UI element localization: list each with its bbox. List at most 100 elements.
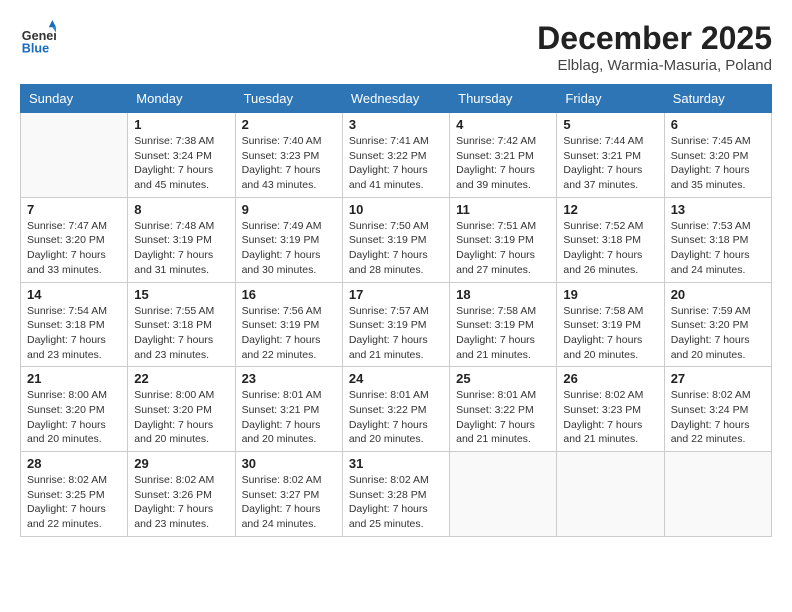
calendar-cell: 2 Sunrise: 7:40 AMSunset: 3:23 PMDaylight…	[235, 113, 342, 198]
day-info: Sunrise: 7:56 AMSunset: 3:19 PMDaylight:…	[242, 304, 336, 363]
weekday-header-tuesday: Tuesday	[235, 85, 342, 113]
day-number: 13	[671, 202, 765, 217]
calendar-cell: 11 Sunrise: 7:51 AMSunset: 3:19 PMDayligh…	[450, 197, 557, 282]
location: Elblag, Warmia-Masuria, Poland	[537, 57, 772, 74]
title-block: December 2025 Elblag, Warmia-Masuria, Po…	[537, 20, 772, 74]
day-info: Sunrise: 8:02 AMSunset: 3:27 PMDaylight:…	[242, 473, 336, 532]
day-info: Sunrise: 7:58 AMSunset: 3:19 PMDaylight:…	[563, 304, 657, 363]
logo-icon: General Blue	[20, 20, 56, 56]
day-info: Sunrise: 7:45 AMSunset: 3:20 PMDaylight:…	[671, 134, 765, 193]
weekday-header-friday: Friday	[557, 85, 664, 113]
calendar-cell: 9Sunrise: 7:49 AMSunset: 3:19 PMDaylight…	[235, 197, 342, 282]
day-number: 2	[242, 117, 336, 132]
calendar-cell	[21, 113, 128, 198]
day-info: Sunrise: 7:54 AMSunset: 3:18 PMDaylight:…	[27, 304, 121, 363]
day-info: Sunrise: 7:57 AMSunset: 3:19 PMDaylight:…	[349, 304, 443, 363]
day-info: Sunrise: 7:42 AMSunset: 3:21 PMDaylight:…	[456, 134, 550, 193]
calendar-cell: 26 Sunrise: 8:02 AMSunset: 3:23 PMDayligh…	[557, 367, 664, 452]
calendar-cell: 31Sunrise: 8:02 AMSunset: 3:28 PMDayligh…	[342, 452, 449, 537]
day-number: 25	[456, 371, 550, 386]
weekday-header-thursday: Thursday	[450, 85, 557, 113]
day-info: Sunrise: 7:50 AMSunset: 3:19 PMDaylight:…	[349, 219, 443, 278]
header: General Blue December 2025 Elblag, Warmi…	[20, 20, 772, 74]
calendar-cell: 3 Sunrise: 7:41 AMSunset: 3:22 PMDaylight…	[342, 113, 449, 198]
day-number: 24	[349, 371, 443, 386]
day-info: Sunrise: 7:55 AMSunset: 3:18 PMDaylight:…	[134, 304, 228, 363]
calendar-cell: 18 Sunrise: 7:58 AMSunset: 3:19 PMDayligh…	[450, 282, 557, 367]
calendar-cell: 1 Sunrise: 7:38 AMSunset: 3:24 PMDaylight…	[128, 113, 235, 198]
day-number: 5	[563, 117, 657, 132]
calendar-table: SundayMondayTuesdayWednesdayThursdayFrid…	[20, 84, 772, 537]
calendar-cell: 21Sunrise: 8:00 AMSunset: 3:20 PMDayligh…	[21, 367, 128, 452]
weekday-header-row: SundayMondayTuesdayWednesdayThursdayFrid…	[21, 85, 772, 113]
calendar-cell: 15 Sunrise: 7:55 AMSunset: 3:18 PMDayligh…	[128, 282, 235, 367]
day-info: Sunrise: 8:01 AMSunset: 3:21 PMDaylight:…	[242, 388, 336, 447]
day-number: 23	[242, 371, 336, 386]
calendar-cell	[450, 452, 557, 537]
calendar-cell: 10 Sunrise: 7:50 AMSunset: 3:19 PMDayligh…	[342, 197, 449, 282]
day-info: Sunrise: 8:00 AMSunset: 3:20 PMDaylight:…	[134, 388, 228, 447]
week-row-3: 21Sunrise: 8:00 AMSunset: 3:20 PMDayligh…	[21, 367, 772, 452]
day-number: 6	[671, 117, 765, 132]
calendar-cell: 17Sunrise: 7:57 AMSunset: 3:19 PMDayligh…	[342, 282, 449, 367]
calendar-cell: 13 Sunrise: 7:53 AMSunset: 3:18 PMDayligh…	[664, 197, 771, 282]
day-number: 4	[456, 117, 550, 132]
calendar-cell: 5 Sunrise: 7:44 AMSunset: 3:21 PMDaylight…	[557, 113, 664, 198]
calendar-cell: 12Sunrise: 7:52 AMSunset: 3:18 PMDayligh…	[557, 197, 664, 282]
day-number: 7	[27, 202, 121, 217]
calendar-cell: 27 Sunrise: 8:02 AMSunset: 3:24 PMDayligh…	[664, 367, 771, 452]
day-number: 28	[27, 456, 121, 471]
day-info: Sunrise: 7:41 AMSunset: 3:22 PMDaylight:…	[349, 134, 443, 193]
day-number: 3	[349, 117, 443, 132]
day-info: Sunrise: 7:47 AMSunset: 3:20 PMDaylight:…	[27, 219, 121, 278]
week-row-1: 7 Sunrise: 7:47 AMSunset: 3:20 PMDaylight…	[21, 197, 772, 282]
svg-text:Blue: Blue	[22, 41, 49, 55]
day-number: 20	[671, 287, 765, 302]
day-info: Sunrise: 7:58 AMSunset: 3:19 PMDaylight:…	[456, 304, 550, 363]
week-row-0: 1 Sunrise: 7:38 AMSunset: 3:24 PMDaylight…	[21, 113, 772, 198]
day-number: 15	[134, 287, 228, 302]
day-info: Sunrise: 7:52 AMSunset: 3:18 PMDaylight:…	[563, 219, 657, 278]
day-info: Sunrise: 8:02 AMSunset: 3:23 PMDaylight:…	[563, 388, 657, 447]
day-number: 22	[134, 371, 228, 386]
day-info: Sunrise: 8:02 AMSunset: 3:28 PMDaylight:…	[349, 473, 443, 532]
day-info: Sunrise: 7:44 AMSunset: 3:21 PMDaylight:…	[563, 134, 657, 193]
day-number: 1	[134, 117, 228, 132]
calendar-cell: 14 Sunrise: 7:54 AMSunset: 3:18 PMDayligh…	[21, 282, 128, 367]
day-info: Sunrise: 8:02 AMSunset: 3:24 PMDaylight:…	[671, 388, 765, 447]
calendar-cell: 16 Sunrise: 7:56 AMSunset: 3:19 PMDayligh…	[235, 282, 342, 367]
day-info: Sunrise: 7:40 AMSunset: 3:23 PMDaylight:…	[242, 134, 336, 193]
day-number: 9	[242, 202, 336, 217]
calendar-cell: 19 Sunrise: 7:58 AMSunset: 3:19 PMDayligh…	[557, 282, 664, 367]
calendar-cell: 28 Sunrise: 8:02 AMSunset: 3:25 PMDayligh…	[21, 452, 128, 537]
month-year: December 2025	[537, 20, 772, 57]
day-info: Sunrise: 7:53 AMSunset: 3:18 PMDaylight:…	[671, 219, 765, 278]
weekday-header-wednesday: Wednesday	[342, 85, 449, 113]
day-number: 18	[456, 287, 550, 302]
day-number: 10	[349, 202, 443, 217]
calendar-cell: 20Sunrise: 7:59 AMSunset: 3:20 PMDayligh…	[664, 282, 771, 367]
calendar-cell: 23 Sunrise: 8:01 AMSunset: 3:21 PMDayligh…	[235, 367, 342, 452]
day-info: Sunrise: 8:02 AMSunset: 3:25 PMDaylight:…	[27, 473, 121, 532]
day-info: Sunrise: 7:38 AMSunset: 3:24 PMDaylight:…	[134, 134, 228, 193]
day-number: 27	[671, 371, 765, 386]
calendar-cell: 6 Sunrise: 7:45 AMSunset: 3:20 PMDaylight…	[664, 113, 771, 198]
calendar-cell: 4 Sunrise: 7:42 AMSunset: 3:21 PMDaylight…	[450, 113, 557, 198]
day-number: 8	[134, 202, 228, 217]
day-info: Sunrise: 7:48 AMSunset: 3:19 PMDaylight:…	[134, 219, 228, 278]
day-number: 19	[563, 287, 657, 302]
calendar-cell: 8 Sunrise: 7:48 AMSunset: 3:19 PMDaylight…	[128, 197, 235, 282]
calendar-cell: 25 Sunrise: 8:01 AMSunset: 3:22 PMDayligh…	[450, 367, 557, 452]
day-number: 14	[27, 287, 121, 302]
day-info: Sunrise: 8:01 AMSunset: 3:22 PMDaylight:…	[349, 388, 443, 447]
logo: General Blue	[20, 20, 60, 56]
day-number: 26	[563, 371, 657, 386]
day-info: Sunrise: 8:01 AMSunset: 3:22 PMDaylight:…	[456, 388, 550, 447]
day-number: 29	[134, 456, 228, 471]
day-info: Sunrise: 7:51 AMSunset: 3:19 PMDaylight:…	[456, 219, 550, 278]
calendar-cell: 30Sunrise: 8:02 AMSunset: 3:27 PMDayligh…	[235, 452, 342, 537]
calendar-cell: 22 Sunrise: 8:00 AMSunset: 3:20 PMDayligh…	[128, 367, 235, 452]
day-number: 16	[242, 287, 336, 302]
week-row-4: 28 Sunrise: 8:02 AMSunset: 3:25 PMDayligh…	[21, 452, 772, 537]
day-number: 11	[456, 202, 550, 217]
